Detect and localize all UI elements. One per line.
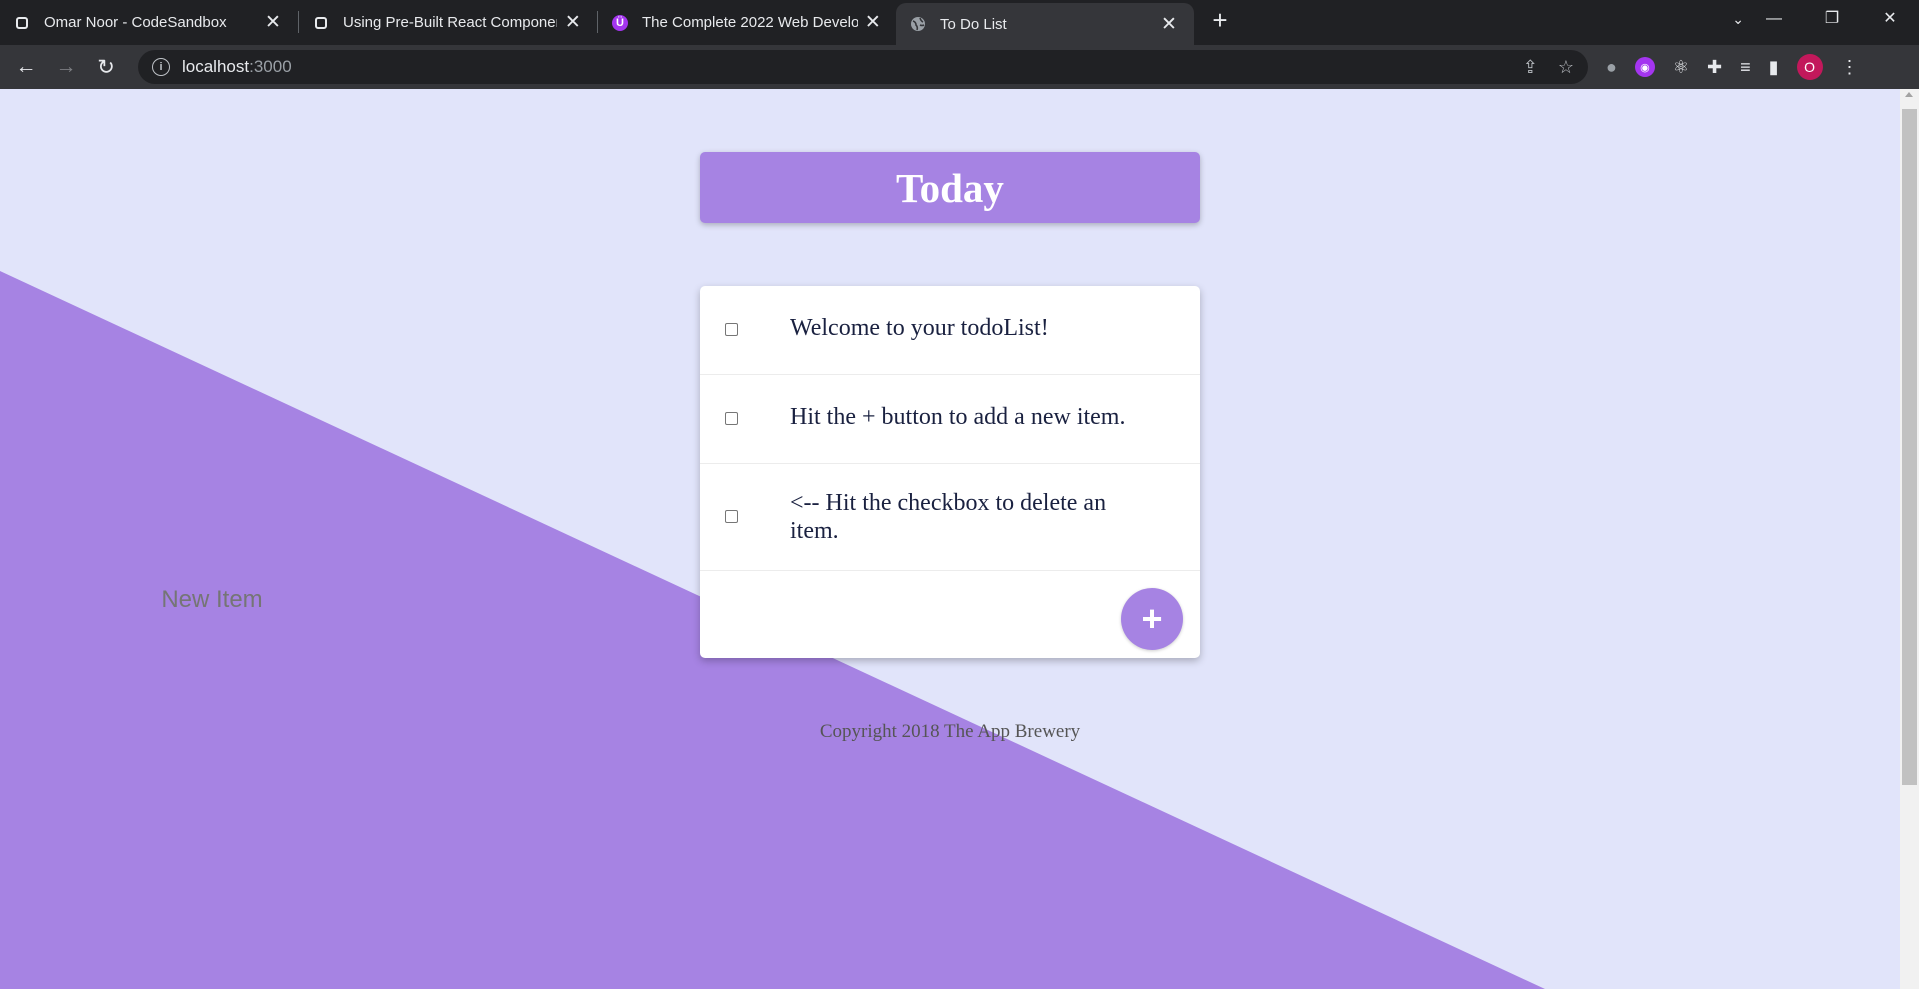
tab-title: The Complete 2022 Web Development	[642, 14, 858, 31]
page-viewport: Today Welcome to your todoList! Hit the …	[0, 89, 1919, 989]
new-tab-button[interactable]: +	[1200, 5, 1240, 36]
tab-title: Using Pre-Built React Components	[343, 14, 557, 31]
restore-icon[interactable]: ❐	[1803, 0, 1861, 38]
window-controls: — ❐ ✕	[1745, 0, 1919, 38]
forward-icon[interactable]: →	[46, 55, 86, 79]
close-icon[interactable]: ✕	[262, 11, 284, 34]
todo-item: <-- Hit the checkbox to delete an item.	[700, 464, 1200, 571]
extension-purple-icon[interactable]: ◉	[1634, 57, 1655, 77]
react-devtools-icon[interactable]: ⚛	[1673, 57, 1689, 78]
window-close-icon[interactable]: ✕	[1861, 0, 1919, 38]
close-icon[interactable]: ✕	[563, 11, 583, 34]
browser-tab-strip: Omar Noor - CodeSandbox ✕ Using Pre-Buil…	[0, 0, 1919, 45]
udemy-icon: Ü	[612, 14, 628, 31]
tab-search-icon[interactable]: ⌄	[1732, 0, 1744, 38]
browser-tab[interactable]: Ü The Complete 2022 Web Development ✕	[598, 3, 896, 42]
todo-list-card: Welcome to your todoList! Hit the + butt…	[700, 286, 1200, 658]
tab-title: Omar Noor - CodeSandbox	[44, 14, 227, 31]
bookmark-star-icon[interactable]: ☆	[1558, 57, 1574, 78]
page-heading: Today	[700, 152, 1200, 223]
footer-copyright: Copyright 2018 The App Brewery	[819, 721, 1081, 742]
scrollbar-thumb[interactable]	[1902, 109, 1917, 785]
todo-text: Hit the + button to add a new item.	[790, 404, 1126, 430]
box-icon	[313, 15, 329, 31]
side-panel-icon[interactable]: ▮	[1769, 57, 1779, 78]
site-info-icon[interactable]: i	[152, 58, 170, 76]
menu-kebab-icon[interactable]: ⋮	[1841, 57, 1859, 78]
reading-list-icon[interactable]: ≡	[1740, 57, 1751, 78]
url-port: :3000	[249, 57, 292, 76]
profile-avatar[interactable]: O	[1796, 54, 1823, 80]
extensions-area: ● ◉ ⚛ ✚ ≡ ▮ O ⋮	[1606, 54, 1859, 80]
browser-tab-active[interactable]: To Do List ✕	[896, 3, 1194, 45]
address-bar-actions: ⇪ ☆	[1523, 50, 1574, 84]
browser-tab[interactable]: Using Pre-Built React Components ✕	[299, 3, 597, 42]
share-icon[interactable]: ⇪	[1523, 57, 1538, 78]
todo-text: Welcome to your todoList!	[790, 315, 1049, 341]
scroll-up-arrow-icon[interactable]	[1905, 92, 1913, 97]
page-title: Today	[896, 164, 1004, 211]
browser-tab[interactable]: Omar Noor - CodeSandbox ✕	[0, 3, 298, 42]
todo-checkbox[interactable]	[725, 412, 738, 425]
new-item-input[interactable]	[95, 582, 329, 618]
box-icon	[14, 15, 30, 31]
todo-checkbox[interactable]	[725, 323, 738, 336]
browser-toolbar: ← → ↻ i localhost:3000 ⇪ ☆ ● ◉ ⚛ ✚ ≡ ▮ O…	[0, 45, 1919, 89]
url-host: localhost	[182, 57, 250, 76]
extension-icon[interactable]: ●	[1606, 57, 1617, 78]
page-scrollbar[interactable]	[1900, 89, 1919, 989]
globe-icon	[910, 16, 926, 32]
todo-item: Hit the + button to add a new item.	[700, 375, 1200, 464]
back-icon[interactable]: ←	[6, 55, 46, 79]
extensions-puzzle-icon[interactable]: ✚	[1707, 57, 1722, 78]
address-bar[interactable]: i localhost:3000 ⇪ ☆	[138, 50, 1588, 84]
close-icon[interactable]: ✕	[864, 11, 882, 34]
reload-icon[interactable]: ↻	[86, 55, 126, 80]
todo-checkbox[interactable]	[725, 510, 738, 523]
tab-title: To Do List	[940, 15, 1007, 33]
close-icon[interactable]: ✕	[1158, 13, 1180, 36]
todo-text: <-- Hit the checkbox to delete an item.	[790, 490, 1107, 544]
minimize-icon[interactable]: —	[1745, 0, 1803, 38]
add-item-button[interactable]: +	[1121, 588, 1183, 650]
todo-item: Welcome to your todoList!	[700, 286, 1200, 375]
